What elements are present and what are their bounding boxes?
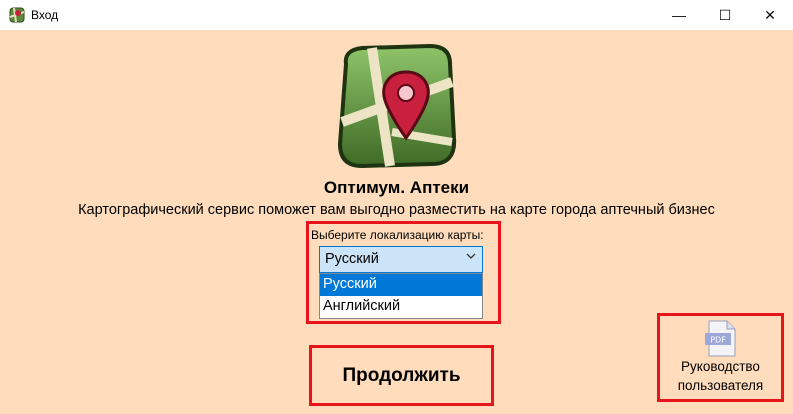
pdf-badge-text: PDF [710, 336, 726, 345]
app-title: Оптимум. Аптеки [323, 178, 470, 197]
locale-option-russian[interactable]: Русский [320, 274, 482, 296]
pdf-icon: PDF [705, 320, 736, 357]
maximize-button[interactable]: ☐ [702, 0, 748, 30]
title-bar: Вход — ☐ ✕ [0, 0, 793, 30]
close-button[interactable]: ✕ [747, 0, 793, 30]
minimize-button[interactable]: — [656, 0, 702, 30]
map-pin-icon [337, 43, 457, 169]
app-subtitle: Картографический сервис поможет вам выго… [78, 202, 715, 218]
user-guide-button[interactable]: PDF Руководство пользователя [663, 319, 778, 396]
map-icon [9, 7, 25, 23]
chevron-down-icon [466, 253, 476, 259]
user-guide-label-line2: пользователя [677, 378, 764, 393]
user-guide-label-line1: Руководство [681, 359, 760, 374]
continue-button[interactable]: Продолжить [315, 351, 488, 400]
user-guide-label: Руководство пользователя [663, 357, 778, 395]
locale-dropdown: Русский Английский [319, 273, 483, 319]
locale-option-english[interactable]: Английский [320, 296, 482, 318]
window-title: Вход [31, 8, 59, 22]
locale-select-value: Русский [325, 251, 379, 267]
locale-select[interactable]: Русский [319, 246, 483, 273]
locale-label: Выберите локализацию карты: [311, 228, 484, 242]
